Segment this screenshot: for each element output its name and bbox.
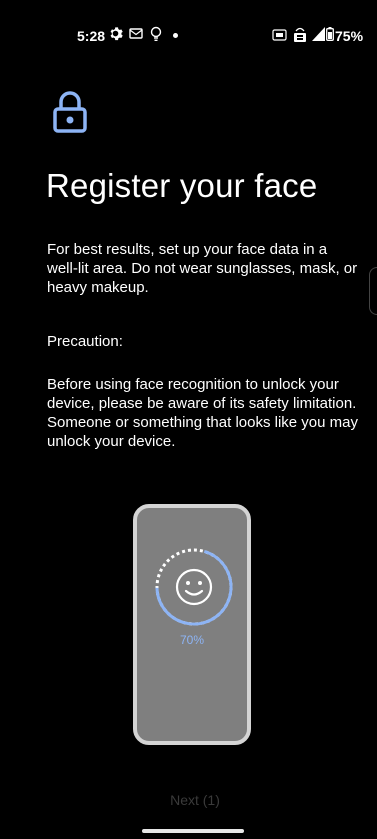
- volte-icon: [292, 25, 308, 48]
- precaution-text: Before using face recognition to unlock …: [47, 376, 358, 450]
- instructions-text: For best results, set up your face data …: [47, 241, 358, 296]
- next-button[interactable]: Next (1): [130, 788, 260, 812]
- dot-icon: [173, 33, 178, 38]
- smiley-face-icon: [175, 568, 213, 606]
- message-icon: [129, 27, 143, 45]
- nfc-icon: [272, 28, 287, 46]
- precaution-heading: Precaution:: [47, 333, 123, 350]
- phone-illustration: 70%: [133, 504, 251, 745]
- home-indicator[interactable]: [142, 829, 244, 833]
- battery-icon: [326, 27, 334, 46]
- gear-icon: [108, 26, 123, 46]
- lock-icon: [53, 91, 87, 133]
- page-title: Register your face: [46, 167, 318, 204]
- status-bar: 5:28 75%: [0, 0, 377, 44]
- battery-percent: 75%: [335, 28, 364, 44]
- progress-percent: 70%: [179, 633, 205, 647]
- progress-ring: [155, 548, 233, 626]
- progress-arc: [155, 548, 233, 626]
- side-panel-handle[interactable]: [369, 267, 377, 315]
- status-time: 5:28: [77, 28, 106, 44]
- lightbulb-icon: [150, 26, 162, 47]
- signal-icon: [312, 27, 325, 46]
